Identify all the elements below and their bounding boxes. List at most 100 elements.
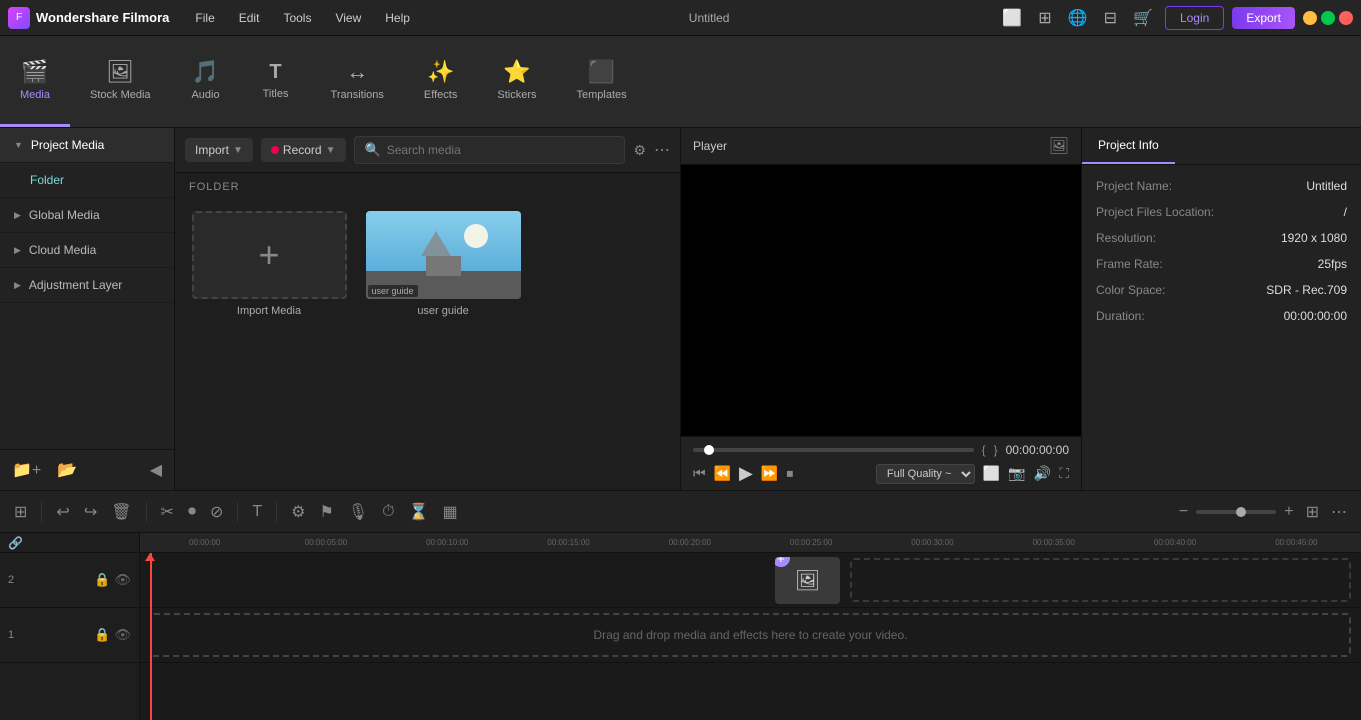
tool-effects[interactable]: ✨ Effects xyxy=(404,36,477,127)
quality-select[interactable]: Full Quality ~ 1/2 Quality 1/4 Quality xyxy=(876,464,975,484)
web-icon[interactable]: 🌐 xyxy=(1064,8,1092,28)
menu-file[interactable]: File xyxy=(185,7,224,29)
close-button[interactable]: × xyxy=(1339,11,1353,25)
cart-icon[interactable]: 🛒 xyxy=(1129,8,1157,28)
progress-bar[interactable] xyxy=(693,448,974,452)
sidebar-item-adjustment-layer[interactable]: ▶ Adjustment Layer xyxy=(0,268,174,303)
stop-button[interactable]: ⏹ xyxy=(786,465,793,482)
skip-back-button[interactable]: ⏮ xyxy=(693,465,706,482)
tool-stock[interactable]: 🖼 Stock Media xyxy=(70,36,171,127)
info-label-name: Project Name: xyxy=(1096,179,1172,193)
tool-templates[interactable]: ⬛ Templates xyxy=(556,36,646,127)
minimize-button[interactable]: − xyxy=(1303,11,1317,25)
collapse-panel-icon[interactable]: ◀ xyxy=(146,458,166,482)
track-1-lock-icon[interactable]: 🔒 xyxy=(94,627,110,643)
import-placeholder-thumb[interactable]: + xyxy=(192,211,347,299)
redo-icon[interactable]: ↪ xyxy=(80,500,101,524)
cut-icon[interactable]: ✂ xyxy=(157,500,178,524)
title-bar-right: ⬜ ⊞ 🌐 ⊟ 🛒 Login Export − □ × xyxy=(998,6,1353,30)
tool-media[interactable]: 🎬 Media xyxy=(0,36,70,127)
tick-6: 00:00:30:00 xyxy=(872,538,993,547)
sidebar-item-global-media[interactable]: ▶ Global Media xyxy=(0,198,174,233)
marker-icon[interactable]: ⚑ xyxy=(315,500,337,524)
more-options-icon[interactable]: ⋯ xyxy=(654,140,670,160)
login-button[interactable]: Login xyxy=(1165,6,1224,30)
layout-icon[interactable]: ⊟ xyxy=(1100,8,1121,28)
app-container: F Wondershare Filmora File Edit Tools Vi… xyxy=(0,0,1361,720)
add-track-icon[interactable]: ⊞ xyxy=(10,500,31,524)
undo-icon[interactable]: ↩ xyxy=(52,500,73,524)
zoom-bar[interactable] xyxy=(1196,510,1276,514)
track-2-lock-icon[interactable]: 🔒 xyxy=(94,572,110,588)
menu-edit[interactable]: Edit xyxy=(229,7,270,29)
search-input[interactable] xyxy=(387,143,615,157)
text-icon[interactable]: T xyxy=(248,501,266,523)
tab-project-info[interactable]: Project Info xyxy=(1082,128,1175,164)
step-forward-button[interactable]: ⏩ xyxy=(761,465,778,482)
tick-5: 00:00:25:00 xyxy=(750,538,871,547)
play-button[interactable]: ▶ xyxy=(739,463,753,484)
menu-help[interactable]: Help xyxy=(375,7,420,29)
menu-tools[interactable]: Tools xyxy=(273,7,321,29)
camera-icon[interactable]: 📷 xyxy=(1008,465,1025,482)
maximize-button[interactable]: □ xyxy=(1321,11,1335,25)
tool-titles[interactable]: T Titles xyxy=(241,36,311,127)
bracket-left-icon[interactable]: { xyxy=(982,443,986,457)
filter-icon[interactable]: ⚙ xyxy=(633,142,646,159)
video-effect-icon[interactable]: ▦ xyxy=(439,500,462,524)
add-clip-button[interactable]: + xyxy=(775,557,790,567)
new-folder-icon[interactable]: 📂 xyxy=(53,458,81,482)
progress-thumb[interactable] xyxy=(704,445,714,455)
player-header: Player 🖼 xyxy=(681,128,1081,165)
import-media-label: Import Media xyxy=(237,305,301,317)
tool-titles-label: Titles xyxy=(263,88,289,100)
player-settings-icon[interactable]: 🖼 xyxy=(1049,136,1069,156)
player-controls: { } 00:00:00:00 ⏮ ⏪ ▶ ⏩ ⏹ Full Quality ~… xyxy=(681,436,1081,490)
detach-icon[interactable]: ⊘ xyxy=(206,500,227,524)
import-media-item[interactable]: + Import Media xyxy=(189,211,349,317)
import-label: Import xyxy=(195,143,229,157)
zoom-out-icon[interactable]: − xyxy=(1175,501,1192,523)
track-1-drop-zone[interactable]: Drag and drop media and effects here to … xyxy=(150,613,1351,657)
playhead[interactable] xyxy=(150,553,152,720)
app-logo-icon: F xyxy=(8,7,30,29)
sidebar-item-project-media[interactable]: ▼ Project Media xyxy=(0,128,174,163)
more-tl-icon[interactable]: ⋯ xyxy=(1327,500,1351,524)
user-guide-item[interactable]: user guide user guide xyxy=(363,211,523,317)
user-guide-label: user guide xyxy=(417,305,468,317)
motion-icon[interactable]: ⌛ xyxy=(405,500,433,524)
sidebar-item-folder[interactable]: Folder xyxy=(0,163,174,198)
settings-tl-icon[interactable]: ⚙ xyxy=(287,500,309,524)
grid-icon[interactable]: ⊞ xyxy=(1302,500,1323,524)
track-1-visibility-icon[interactable]: 👁 xyxy=(114,627,131,643)
split-icon[interactable]: ⊞ xyxy=(1034,8,1055,28)
tool-transitions-label: Transitions xyxy=(331,89,384,101)
sidebar-item-cloud-media[interactable]: ▶ Cloud Media xyxy=(0,233,174,268)
fullscreen-icon[interactable]: ⬜ xyxy=(998,8,1026,28)
time-display: 00:00:00:00 xyxy=(1006,443,1069,457)
tool-audio[interactable]: 🎵 Audio xyxy=(171,36,241,127)
bracket-right-icon[interactable]: } xyxy=(994,443,998,457)
clip-speed-icon[interactable]: ⏱ xyxy=(378,501,398,523)
track-2-visibility-icon[interactable]: 👁 xyxy=(114,572,131,588)
app-name: Wondershare Filmora xyxy=(36,10,169,25)
menu-view[interactable]: View xyxy=(325,7,371,29)
step-back-button[interactable]: ⏪ xyxy=(714,465,731,482)
voice-icon[interactable]: 🎙 xyxy=(344,500,372,524)
export-button[interactable]: Export xyxy=(1232,7,1295,29)
snap-icon[interactable]: 🔗 xyxy=(8,536,23,550)
track-2-drop-zone[interactable] xyxy=(850,558,1351,602)
add-folder-icon[interactable]: 📁+ xyxy=(8,458,45,482)
split-audio-icon[interactable]: ⏺ xyxy=(184,501,200,523)
delete-icon[interactable]: 🗑 xyxy=(107,500,135,524)
user-guide-thumb[interactable]: user guide xyxy=(366,211,521,299)
zoom-thumb[interactable] xyxy=(1236,507,1246,517)
zoom-in-icon[interactable]: + xyxy=(1280,501,1297,523)
tool-stickers[interactable]: ⭐ Stickers xyxy=(477,36,556,127)
volume-icon[interactable]: 🔊 xyxy=(1034,465,1051,482)
record-button[interactable]: Record ▼ xyxy=(261,138,346,162)
fullscreen-icon[interactable]: ⛶ xyxy=(1059,465,1069,482)
import-button[interactable]: Import ▼ xyxy=(185,138,253,162)
tool-transitions[interactable]: ↔ Transitions xyxy=(311,36,404,127)
screen-size-icon[interactable]: ⬜ xyxy=(983,465,1000,482)
